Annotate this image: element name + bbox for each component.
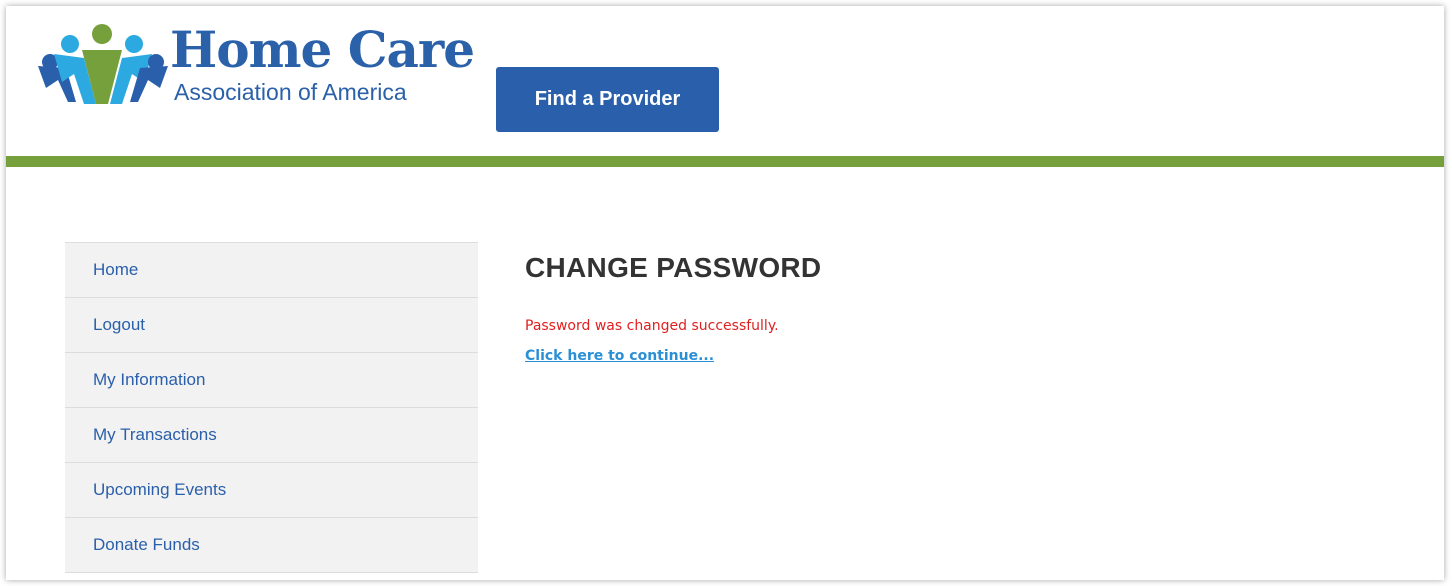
continue-link[interactable]: Click here to continue... <box>525 348 714 364</box>
sidebar-nav: Home Logout My Information My Transactio… <box>65 242 478 573</box>
sidebar-item-donate-funds[interactable]: Donate Funds <box>65 518 478 573</box>
page-title: CHANGE PASSWORD <box>525 252 822 283</box>
site-header: Home Care Association of America Find a … <box>6 6 1444 156</box>
find-provider-button[interactable]: Find a Provider <box>496 67 719 132</box>
sidebar-item-logout[interactable]: Logout <box>65 298 478 353</box>
site-logo[interactable]: Home Care Association of America <box>36 20 475 106</box>
logo-subtitle: Association of America <box>174 79 407 105</box>
logo-title: Home Care <box>170 20 475 79</box>
success-message: Password was changed successfully. <box>525 318 779 334</box>
sidebar-item-home[interactable]: Home <box>65 243 478 298</box>
browser-page: Home Care Association of America Find a … <box>6 6 1444 580</box>
sidebar-item-my-information[interactable]: My Information <box>65 353 478 408</box>
header-divider <box>6 156 1444 167</box>
sidebar-item-my-transactions[interactable]: My Transactions <box>65 408 478 463</box>
people-logo-icon <box>38 24 168 104</box>
sidebar-item-upcoming-events[interactable]: Upcoming Events <box>65 463 478 518</box>
